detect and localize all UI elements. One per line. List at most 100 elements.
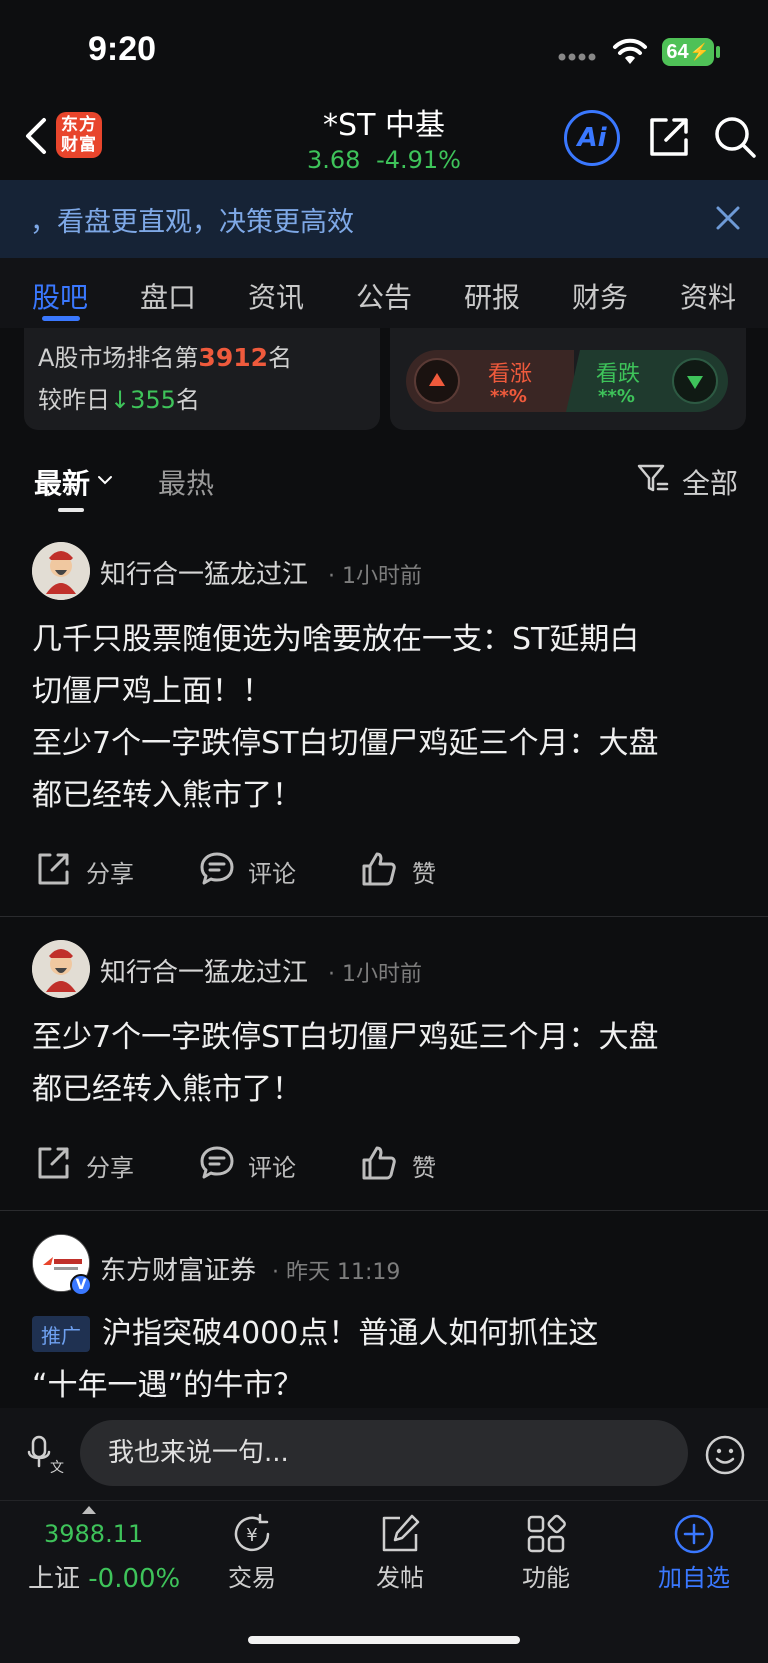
signal-icon: [558, 52, 598, 62]
comment-button[interactable]: 评论: [248, 854, 296, 889]
logo-line-1: 东方: [61, 115, 97, 135]
status-time: 9:20: [88, 30, 157, 68]
sort-hot[interactable]: 最热: [158, 462, 214, 502]
share-icon[interactable]: [644, 112, 694, 162]
stock-price-line: 3.68 -4.91%: [234, 146, 534, 174]
comment-icon[interactable]: [198, 1144, 236, 1182]
rank-suffix: 名: [268, 344, 293, 372]
rank-value: 3912: [198, 343, 269, 372]
share-icon[interactable]: [34, 1144, 72, 1182]
tab-research[interactable]: 研报: [464, 276, 520, 316]
rank-change-prefix: 较昨日: [38, 386, 110, 414]
rank-change-value: 355: [130, 386, 176, 414]
post-text-line: 至少7个一字跌停ST白切僵尸鸡延三个月：大盘: [32, 1020, 659, 1055]
banner-text: ，看盘更直观，决策更高效: [30, 207, 354, 238]
index-name: 上证: [28, 1564, 81, 1594]
down-arrow-icon: ↓: [110, 386, 131, 414]
tab-guba[interactable]: 股吧: [32, 276, 88, 316]
tab-finance[interactable]: 财务: [572, 276, 628, 316]
post-time: · 1小时前: [328, 962, 422, 987]
nav-post[interactable]: 发帖: [350, 1558, 450, 1593]
search-icon[interactable]: [710, 112, 760, 162]
sort-latest[interactable]: 最新: [34, 462, 90, 502]
back-icon[interactable]: [16, 112, 56, 160]
post-author[interactable]: 知行合一猛龙过江: [100, 952, 308, 989]
comment-button[interactable]: 评论: [248, 1148, 296, 1183]
vote-down-label: 看跌: [596, 362, 641, 387]
app-logo[interactable]: 东方 财富: [56, 112, 102, 158]
post-text-line: 都已经转入熊市了！: [32, 778, 302, 813]
chevron-down-icon[interactable]: [96, 474, 114, 486]
comment-input[interactable]: [80, 1420, 688, 1486]
post-text-line: 切僵尸鸡上面！！: [32, 674, 272, 709]
avatar[interactable]: [32, 940, 90, 998]
nav-trade[interactable]: 交易: [202, 1558, 302, 1593]
stock-change: -4.91%: [376, 146, 461, 174]
rank-change-suffix: 名: [175, 386, 200, 414]
index-change: -0.00%: [88, 1564, 181, 1594]
triangle-up-icon[interactable]: [414, 358, 460, 404]
like-button[interactable]: 赞: [412, 854, 436, 889]
post-text[interactable]: 沪指突破4000点！普通人如何抓住这 “十年一遇”的牛市？: [32, 1308, 742, 1412]
close-icon[interactable]: [710, 200, 746, 236]
thumbs-up-icon[interactable]: [360, 1144, 398, 1182]
trade-icon[interactable]: ¥: [230, 1512, 274, 1556]
emoji-icon[interactable]: [704, 1434, 746, 1476]
ai-button[interactable]: Ai: [564, 110, 620, 166]
sort-active-indicator: [58, 508, 84, 512]
caret-up-icon[interactable]: [82, 1506, 96, 1514]
vote-up-label: 看涨: [488, 362, 533, 387]
post-divider: [0, 916, 768, 917]
post-time: · 1小时前: [328, 564, 422, 589]
filter-label[interactable]: 全部: [682, 462, 738, 502]
tab-pankou[interactable]: 盘口: [140, 276, 196, 316]
tab-active-indicator: [42, 316, 80, 321]
wifi-icon: [612, 38, 648, 66]
post-text-line: 都已经转入熊市了！: [32, 1072, 302, 1107]
share-button[interactable]: 分享: [86, 854, 134, 889]
svg-text:文: 文: [50, 1460, 64, 1474]
battery-icon: 64 ⚡: [662, 38, 714, 66]
post-time: · 昨天 11:19: [272, 1260, 401, 1285]
post-text[interactable]: 至少7个一字跌停ST白切僵尸鸡延三个月：大盘 都已经转入熊市了！: [32, 1012, 742, 1116]
thumbs-up-icon[interactable]: [360, 850, 398, 888]
vote-up-pct: **%: [490, 386, 527, 407]
like-button[interactable]: 赞: [412, 1148, 436, 1183]
post-text[interactable]: 几千只股票随便选为啥要放在一支：ST延期白 切僵尸鸡上面！！ 至少7个一字跌停S…: [32, 614, 742, 822]
battery-cap: [716, 46, 720, 58]
compose-icon[interactable]: [378, 1512, 422, 1556]
filter-icon[interactable]: [636, 462, 670, 496]
tab-profile[interactable]: 资料: [680, 276, 736, 316]
verified-badge-icon: V: [70, 1274, 92, 1296]
stock-name: *ST 中基: [323, 108, 445, 143]
rank-prefix: A股市场排名第: [38, 344, 199, 372]
yuan-glyph: ¥: [246, 1525, 257, 1546]
vote-down-pct: **%: [598, 386, 635, 407]
avatar[interactable]: [32, 542, 90, 600]
post-text-line: 几千只股票随便选为啥要放在一支：ST延期白: [32, 622, 640, 657]
tab-news[interactable]: 资讯: [248, 276, 304, 316]
share-button[interactable]: 分享: [86, 1148, 134, 1183]
grid-icon[interactable]: [524, 1512, 568, 1556]
comment-icon[interactable]: [198, 850, 236, 888]
add-circle-icon[interactable]: [672, 1512, 716, 1556]
triangle-down-icon[interactable]: [672, 358, 718, 404]
nav-add-watchlist[interactable]: 加自选: [644, 1558, 744, 1593]
home-indicator: [248, 1636, 520, 1644]
rank-line: A股市场排名第3912名: [38, 338, 292, 373]
index-line[interactable]: 上证 -0.00%: [28, 1558, 180, 1595]
post-text-line: “十年一遇”的牛市？: [32, 1368, 304, 1403]
stock-price: 3.68: [307, 146, 361, 174]
nav-functions[interactable]: 功能: [496, 1558, 596, 1593]
tab-announcements[interactable]: 公告: [356, 276, 412, 316]
logo-line-2: 财富: [61, 135, 97, 155]
battery-level: 64: [666, 40, 689, 63]
post-divider: [0, 1210, 768, 1211]
post-author[interactable]: 知行合一猛龙过江: [100, 554, 308, 591]
index-value[interactable]: 3988.11: [44, 1520, 143, 1548]
post-text-line: 沪指突破4000点！普通人如何抓住这: [102, 1316, 599, 1351]
post-text-line: 至少7个一字跌停ST白切僵尸鸡延三个月：大盘: [32, 726, 659, 761]
share-icon[interactable]: [34, 850, 72, 888]
post-author[interactable]: 东方财富证券: [100, 1250, 256, 1287]
voice-input-icon[interactable]: 文: [26, 1434, 64, 1474]
